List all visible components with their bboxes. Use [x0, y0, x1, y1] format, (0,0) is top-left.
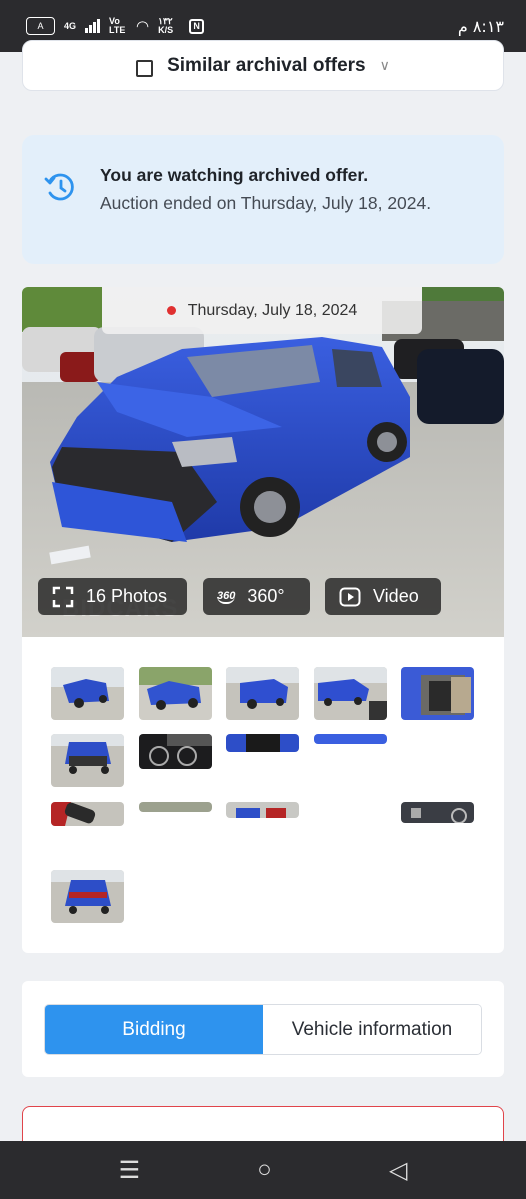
- similar-offers-label: Similar archival offers: [167, 54, 366, 76]
- nfc-icon: N: [189, 18, 205, 34]
- video-button[interactable]: Video: [325, 578, 441, 615]
- clock: ٨:١٣ م: [457, 16, 504, 36]
- thumbnail[interactable]: [401, 667, 474, 720]
- similar-offers-dropdown[interactable]: Similar archival offers ∨: [22, 40, 504, 91]
- status-dot: [166, 306, 176, 315]
- wifi-icon: ◠: [136, 18, 150, 35]
- thumbnail[interactable]: [226, 667, 299, 720]
- network-4g: 4G: [64, 20, 77, 31]
- volte-label: Vo LTE: [109, 16, 126, 35]
- archived-subtitle: Auction ended on Thursday, July 18, 2024…: [100, 193, 432, 213]
- video-play-icon: [339, 587, 361, 606]
- recent-apps-icon[interactable]: ☰: [119, 1156, 141, 1185]
- thumbnail[interactable]: [314, 667, 387, 720]
- chevron-down-icon: ∨: [379, 57, 390, 73]
- home-icon[interactable]: ○: [257, 1156, 272, 1184]
- main-vehicle-photo[interactable]: Thursday, July 18, 2024 BIDCARS 16 Photo…: [22, 287, 504, 637]
- thumbnail[interactable]: [226, 734, 299, 752]
- auction-date-pill: Thursday, July 18, 2024: [102, 287, 422, 334]
- thumbnail[interactable]: [401, 802, 474, 823]
- tab-vehicle-information[interactable]: Vehicle information: [263, 1005, 481, 1054]
- archived-notice: You are watching archived offer. Auction…: [22, 135, 504, 264]
- thumbnail[interactable]: [51, 870, 124, 923]
- tab-bar: Bidding Vehicle information: [44, 1004, 482, 1055]
- thumbnail[interactable]: [139, 734, 212, 769]
- fullscreen-icon: [52, 586, 74, 607]
- history-icon: [44, 173, 74, 201]
- thumbnail[interactable]: [139, 802, 212, 812]
- accessibility-icon: A: [26, 17, 55, 35]
- similar-offers-checkbox[interactable]: [136, 60, 154, 77]
- speed-label: ١٣٢ K/S: [158, 16, 174, 35]
- 360-label: 360°: [247, 586, 285, 606]
- navigation-bar: ☰ ○ ◁: [0, 1141, 526, 1199]
- thumbnail[interactable]: [51, 667, 124, 720]
- video-label: Video: [373, 586, 419, 606]
- 360-icon: 360: [217, 589, 236, 604]
- thumbnail[interactable]: [226, 802, 299, 818]
- thumbnail[interactable]: [139, 667, 212, 720]
- auction-date: Thursday, July 18, 2024: [187, 301, 358, 319]
- archived-title: You are watching archived offer.: [100, 165, 369, 185]
- thumbnail[interactable]: [51, 734, 124, 787]
- back-icon[interactable]: ◁: [389, 1156, 407, 1185]
- thumbnail[interactable]: [314, 734, 387, 744]
- photos-label: 16 Photos: [86, 586, 168, 606]
- 360-button[interactable]: 360 360°: [203, 578, 310, 615]
- signal-icon: [85, 19, 101, 33]
- tab-bidding[interactable]: Bidding: [45, 1005, 263, 1054]
- thumbnail[interactable]: [51, 802, 124, 826]
- tabs-card: Bidding Vehicle information: [22, 981, 504, 1077]
- gallery-card: Thursday, July 18, 2024 BIDCARS 16 Photo…: [22, 287, 504, 953]
- photos-button[interactable]: 16 Photos: [38, 578, 187, 615]
